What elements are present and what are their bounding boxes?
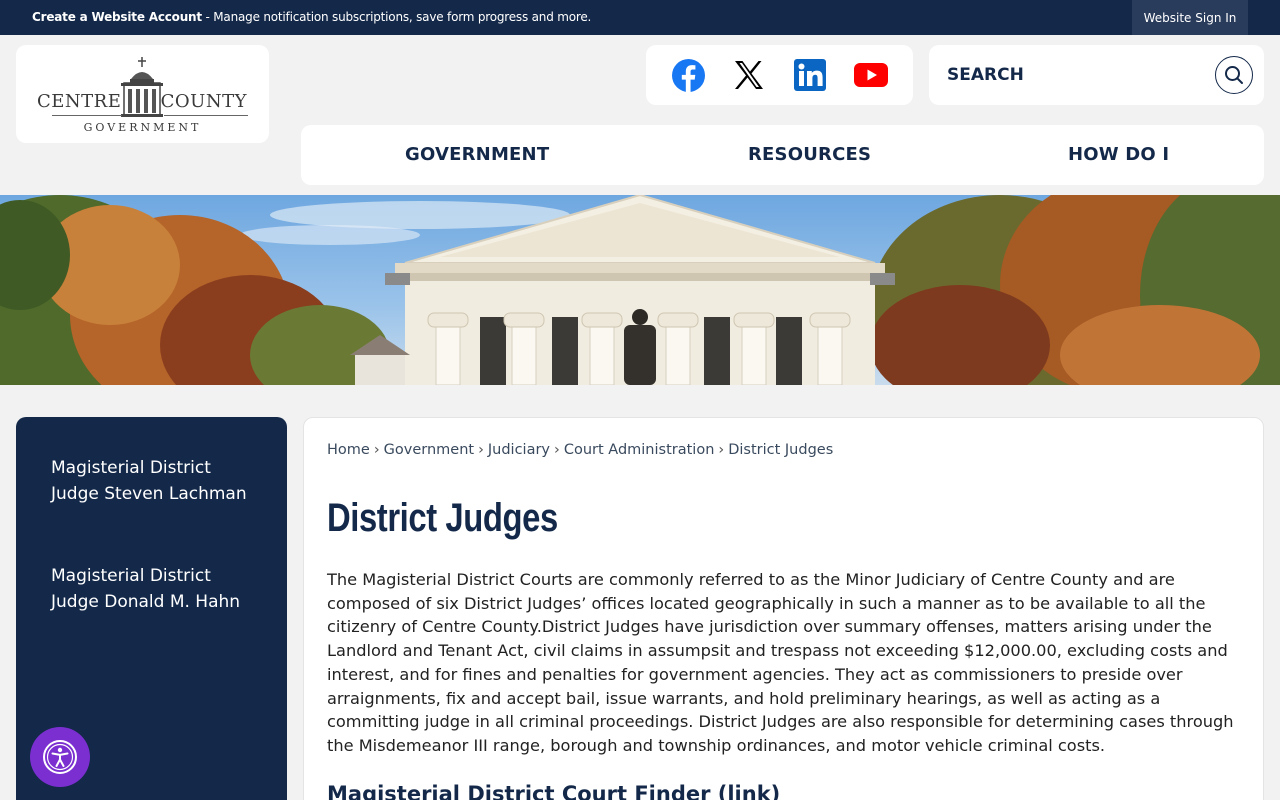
accessibility-button[interactable] (30, 727, 90, 787)
breadcrumb-court-administration[interactable]: Court Administration (564, 442, 715, 458)
account-description: - Manage notification subscriptions, sav… (201, 10, 592, 24)
account-message: Create a Website Account - Manage notifi… (32, 10, 591, 24)
breadcrumb-separator: › (478, 442, 484, 458)
website-sign-in-button[interactable]: Website Sign In (1132, 0, 1248, 35)
accessibility-icon (43, 740, 77, 774)
breadcrumb-current: District Judges (728, 442, 834, 458)
breadcrumb-judiciary[interactable]: Judiciary (488, 442, 550, 458)
courthouse-banner-image (0, 195, 1280, 385)
site-logo[interactable]: CENTRE COUNTY GOVERNMENT (16, 45, 269, 143)
search-box (929, 45, 1264, 105)
search-input[interactable] (947, 61, 1207, 89)
breadcrumb-separator: › (373, 442, 380, 458)
logo-word-county: COUNTY (160, 91, 247, 112)
intro-paragraph: The Magisterial District Courts are comm… (327, 570, 1234, 755)
page-title: District Judges (327, 496, 558, 540)
x-twitter-icon[interactable] (732, 58, 766, 92)
top-utility-bar: Create a Website Account - Manage notifi… (0, 0, 1280, 35)
main-content: Home › Government › Judiciary › Court Administ… (303, 417, 1264, 800)
main-navigation: GOVERNMENT RESOURCES HOW DO I (301, 125, 1264, 185)
logo-divider-right (164, 115, 248, 116)
breadcrumb-separator: › (554, 442, 560, 458)
breadcrumb-separator: › (718, 442, 725, 458)
courthouse-logo-icon (121, 57, 163, 117)
nav-government[interactable]: GOVERNMENT (405, 144, 549, 165)
sidebar-item-donald-hahn[interactable]: Magisterial District Judge Donald M. Hah… (51, 563, 251, 615)
facebook-icon[interactable] (671, 58, 705, 92)
nav-resources[interactable]: RESOURCES (748, 144, 871, 165)
logo-subtitle: GOVERNMENT (83, 121, 202, 134)
search-button[interactable] (1215, 56, 1253, 94)
nav-how-do-i[interactable]: HOW DO I (1068, 144, 1169, 165)
breadcrumb-government[interactable]: Government (384, 442, 474, 458)
create-account-link[interactable]: Create a Website Account (32, 10, 202, 24)
logo-word-centre: CENTRE (37, 91, 122, 112)
sidebar-item-steven-lachman[interactable]: Magisterial District Judge Steven Lachma… (51, 455, 251, 507)
breadcrumb-home[interactable]: Home (327, 442, 370, 458)
court-finder-link[interactable]: Magisterial District Court Finder (link) (327, 782, 780, 800)
social-links (646, 45, 913, 105)
search-icon (1225, 66, 1243, 84)
breadcrumb: Home › Government › Judiciary › Court Administ… (327, 442, 833, 458)
logo-divider-left (52, 115, 122, 116)
youtube-icon[interactable] (854, 58, 888, 92)
linkedin-icon[interactable] (793, 58, 827, 92)
